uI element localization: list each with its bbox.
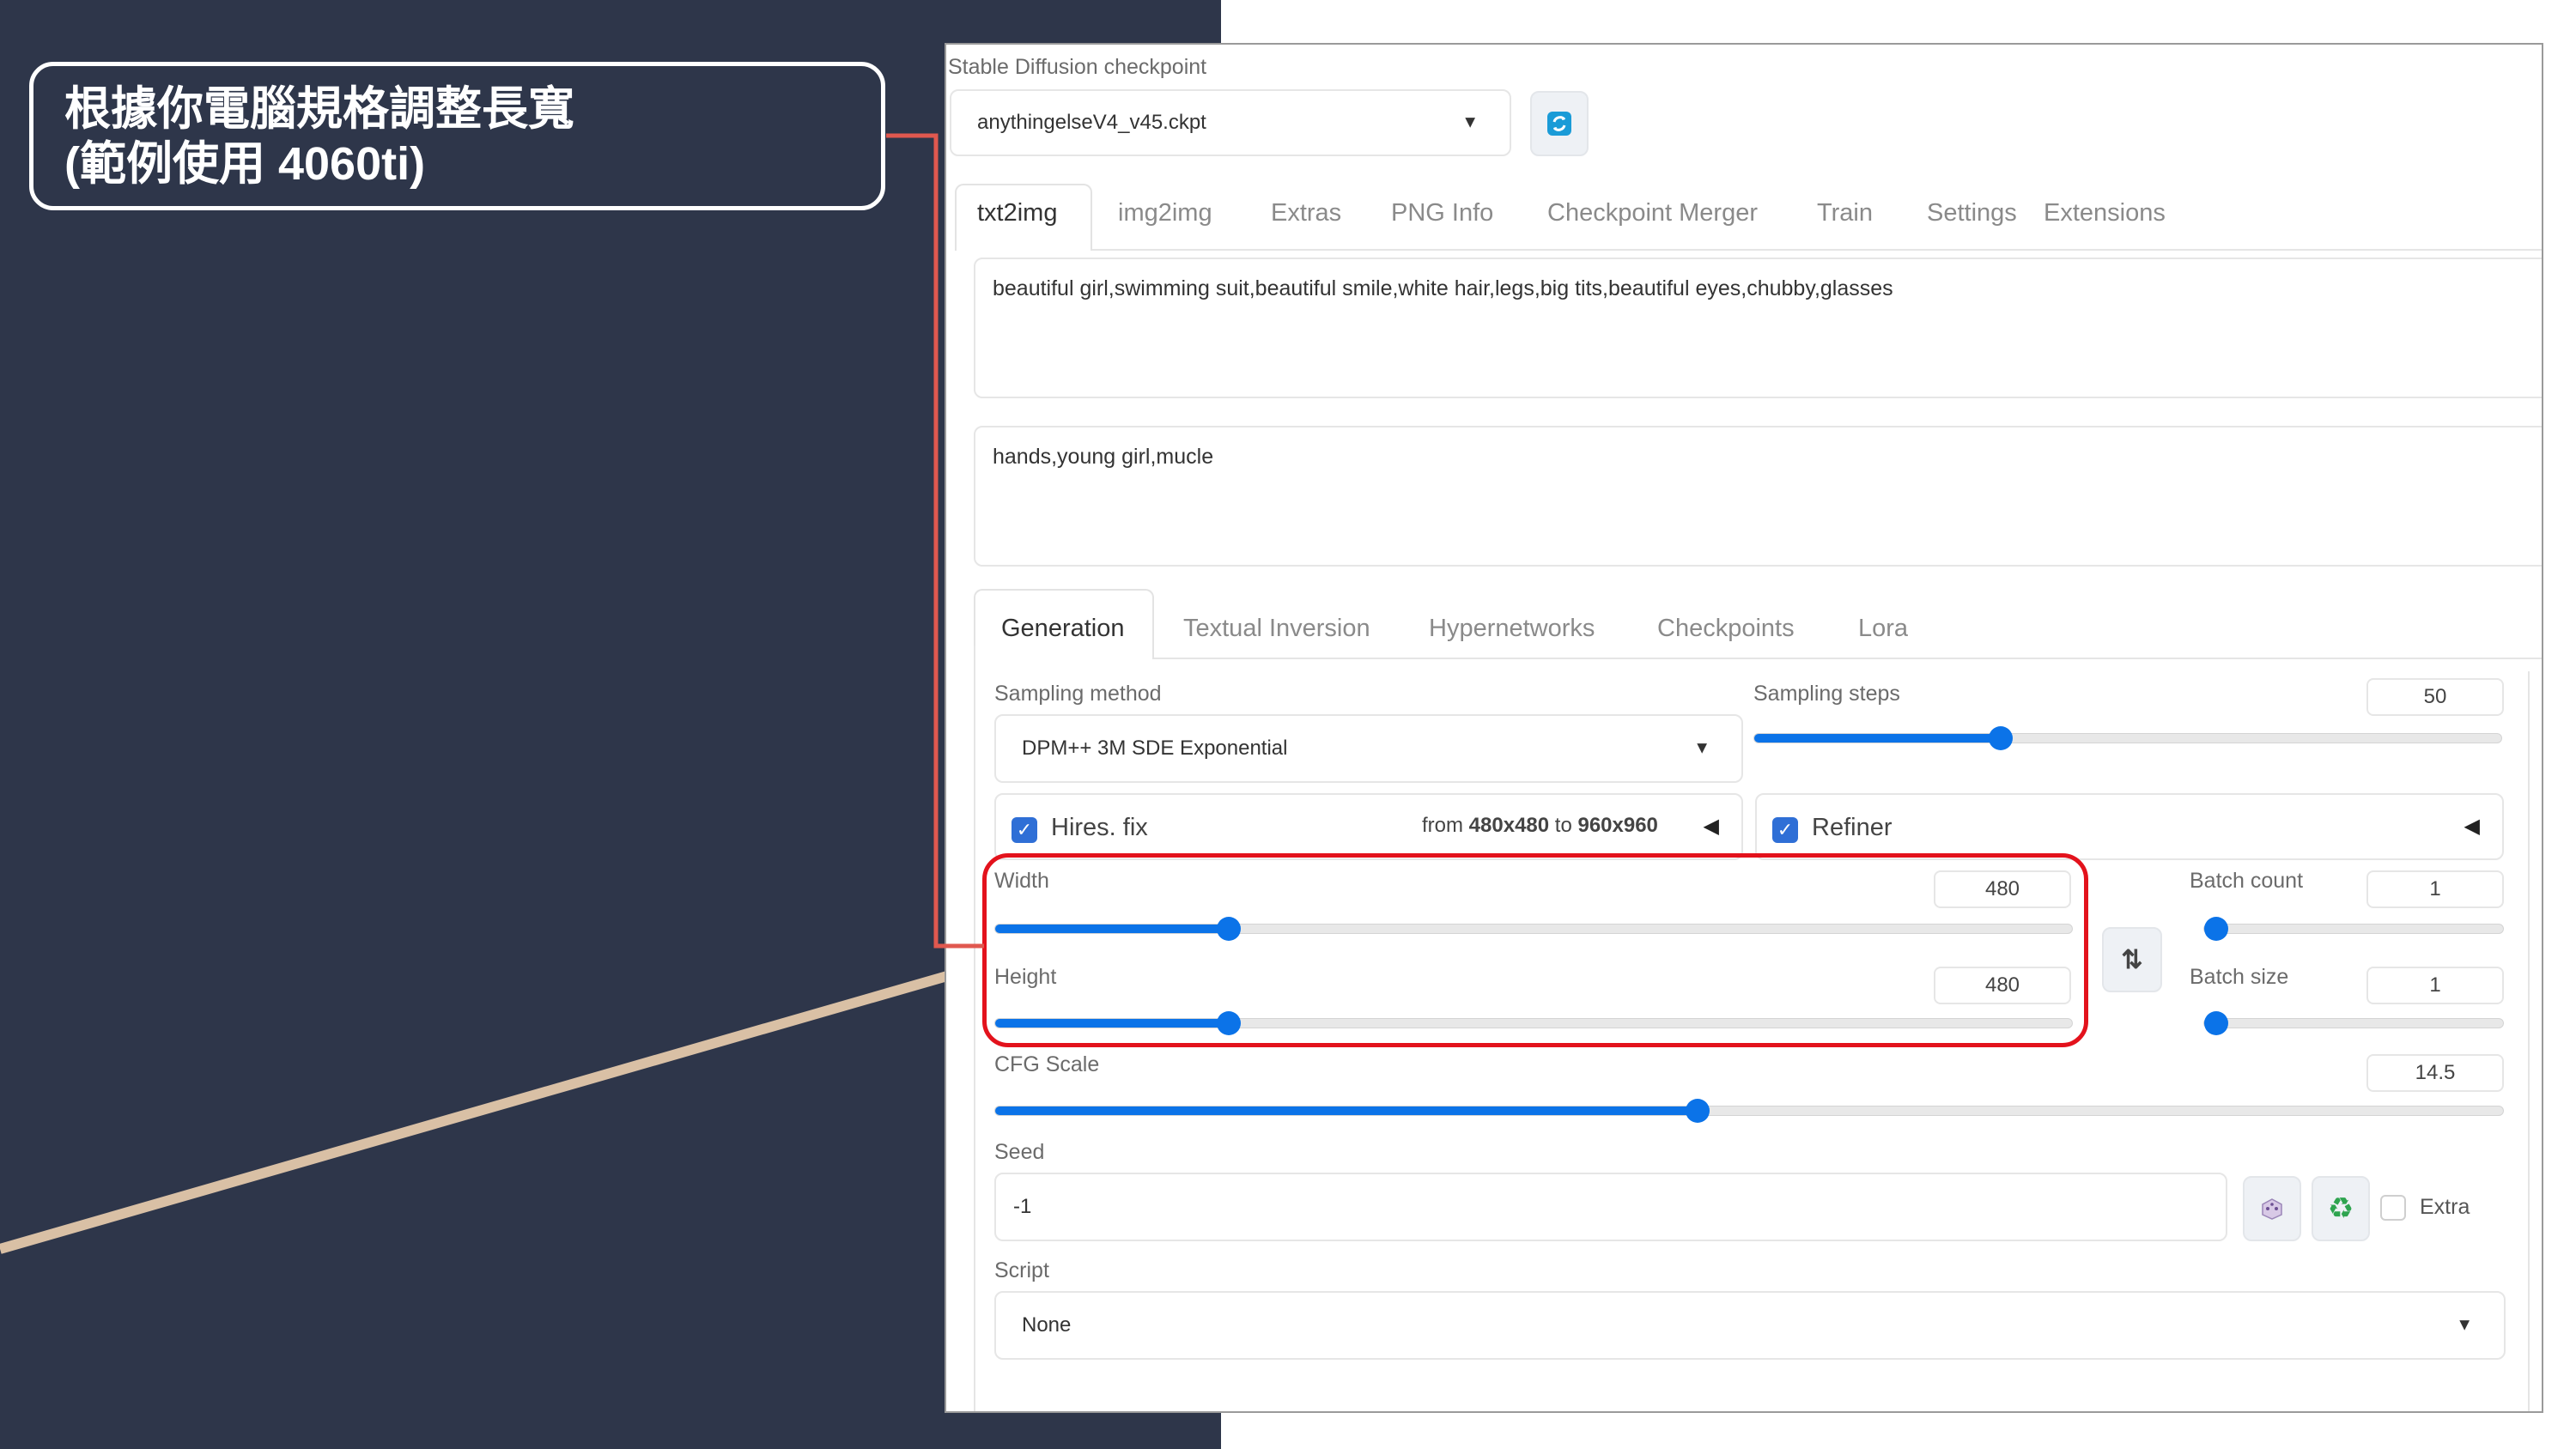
slider-thumb[interactable]	[2204, 1011, 2228, 1035]
batch-size-slider[interactable]	[2203, 1011, 2504, 1035]
batch-count-input[interactable]: 1	[2366, 870, 2504, 908]
callout-line-2: (範例使用 4060ti)	[64, 138, 426, 190]
seed-value: -1	[1013, 1195, 1032, 1218]
batch-count-label: Batch count	[2190, 869, 2304, 893]
generation-panel-border	[974, 646, 975, 1411]
batch-size-input[interactable]: 1	[2366, 967, 2504, 1004]
subtab-textual-inversion[interactable]: Textual Inversion	[1183, 615, 1370, 643]
tab-settings[interactable]: Settings	[1927, 199, 2017, 227]
chevron-down-icon: ▼	[1693, 738, 1710, 758]
tab-txt2img[interactable]: txt2img	[977, 199, 1057, 227]
generation-panel-border-right	[2528, 671, 2530, 1411]
sampling-method-value: DPM++ 3M SDE Exponential	[1022, 737, 1288, 760]
tab-extensions[interactable]: Extensions	[2044, 199, 2166, 227]
hires-to-value: 960x960	[1577, 814, 1658, 837]
recycle-icon: ♻	[2327, 1192, 2354, 1225]
slider-fill	[1754, 734, 2002, 743]
refiner-accordion[interactable]: ✓ Refiner ◀	[1755, 793, 2504, 860]
slider-thumb[interactable]	[1989, 726, 2014, 750]
batch-size-label: Batch size	[2190, 965, 2289, 989]
sampling-steps-label: Sampling steps	[1753, 682, 1900, 706]
cfg-scale-slider[interactable]	[994, 1099, 2504, 1123]
subtab-generation[interactable]: Generation	[1001, 615, 1125, 643]
hires-from-prefix: from	[1422, 814, 1463, 837]
negative-prompt-text: hands,young girl,mucle	[993, 445, 1214, 469]
chevron-down-icon: ▼	[1461, 112, 1479, 132]
sampling-method-select[interactable]: DPM++ 3M SDE Exponential ▼	[994, 714, 1743, 783]
script-value: None	[1022, 1313, 1072, 1337]
slider-fill	[995, 1106, 1698, 1115]
chevron-down-icon: ▼	[2456, 1315, 2473, 1335]
tab-checkpoint-merger[interactable]: Checkpoint Merger	[1547, 199, 1758, 227]
checkpoint-select[interactable]: anythingelseV4_v45.ckpt ▼	[950, 89, 1511, 156]
sampling-steps-input[interactable]: 50	[2366, 678, 2504, 716]
cfg-scale-label: CFG Scale	[994, 1052, 1100, 1076]
callout-line-1: 根據你電腦規格調整長寬	[64, 83, 574, 135]
script-label: Script	[994, 1258, 1049, 1282]
positive-prompt-textarea[interactable]: beautiful girl,swimming suit,beautiful s…	[974, 258, 2542, 398]
cfg-scale-input[interactable]: 14.5	[2366, 1054, 2504, 1092]
webui-panel: Stable Diffusion checkpoint anythingelse…	[945, 43, 2543, 1413]
random-seed-button[interactable]	[2243, 1176, 2301, 1241]
refresh-icon	[1547, 112, 1571, 136]
hires-to-prefix: to	[1554, 814, 1572, 837]
hires-fix-checkbox[interactable]: ✓	[1012, 817, 1037, 843]
extra-seed-label: Extra	[2420, 1195, 2470, 1219]
slider-thumb[interactable]	[1686, 1099, 1710, 1123]
hires-from-value: 480x480	[1468, 814, 1550, 837]
refiner-checkbox[interactable]: ✓	[1772, 817, 1798, 843]
annotation-callout: 根據你電腦規格調整長寬 (範例使用 4060ti)	[29, 62, 885, 210]
tab-png-info[interactable]: PNG Info	[1391, 199, 1493, 227]
subtab-lora[interactable]: Lora	[1858, 615, 1908, 643]
script-select[interactable]: None ▼	[994, 1291, 2506, 1360]
subtab-hypernetworks[interactable]: Hypernetworks	[1429, 615, 1595, 643]
reuse-seed-button[interactable]: ♻	[2312, 1176, 2370, 1241]
sampling-method-label: Sampling method	[994, 682, 1162, 706]
batch-count-slider[interactable]	[2203, 917, 2504, 941]
dice-icon	[2262, 1198, 2282, 1220]
positive-prompt-text: beautiful girl,swimming suit,beautiful s…	[993, 276, 1893, 300]
checkpoint-value: anythingelseV4_v45.ckpt	[977, 111, 1206, 134]
swap-dimensions-button[interactable]: ⇅	[2102, 927, 2162, 992]
tab-extras[interactable]: Extras	[1271, 199, 1341, 227]
seed-label: Seed	[994, 1140, 1045, 1164]
width-height-highlight	[982, 853, 2088, 1047]
hires-fix-accordion[interactable]: ✓ Hires. fix from 480x480 to 960x960 ◀	[994, 793, 1743, 860]
collapse-arrow-icon: ◀	[1703, 815, 1719, 838]
checkpoint-label: Stable Diffusion checkpoint	[948, 55, 1207, 79]
negative-prompt-textarea[interactable]: hands,young girl,mucle	[974, 426, 2542, 567]
sampling-steps-slider[interactable]	[1753, 726, 2502, 750]
seed-input[interactable]: -1	[994, 1173, 2227, 1241]
extra-seed-checkbox[interactable]	[2380, 1195, 2406, 1221]
tab-divider	[1092, 249, 2542, 251]
hires-summary: from 480x480 to 960x960	[1422, 814, 1658, 838]
refresh-checkpoint-button[interactable]	[1530, 91, 1589, 156]
subtab-checkpoints[interactable]: Checkpoints	[1657, 615, 1795, 643]
collapse-arrow-icon: ◀	[2464, 815, 2480, 838]
subtab-divider	[1154, 658, 2542, 659]
hires-fix-label: Hires. fix	[1051, 814, 1148, 841]
tab-train[interactable]: Train	[1817, 199, 1873, 227]
slider-thumb[interactable]	[2204, 917, 2228, 941]
tab-img2img[interactable]: img2img	[1118, 199, 1212, 227]
swap-icon: ⇅	[2121, 945, 2143, 974]
refiner-label: Refiner	[1812, 814, 1893, 841]
